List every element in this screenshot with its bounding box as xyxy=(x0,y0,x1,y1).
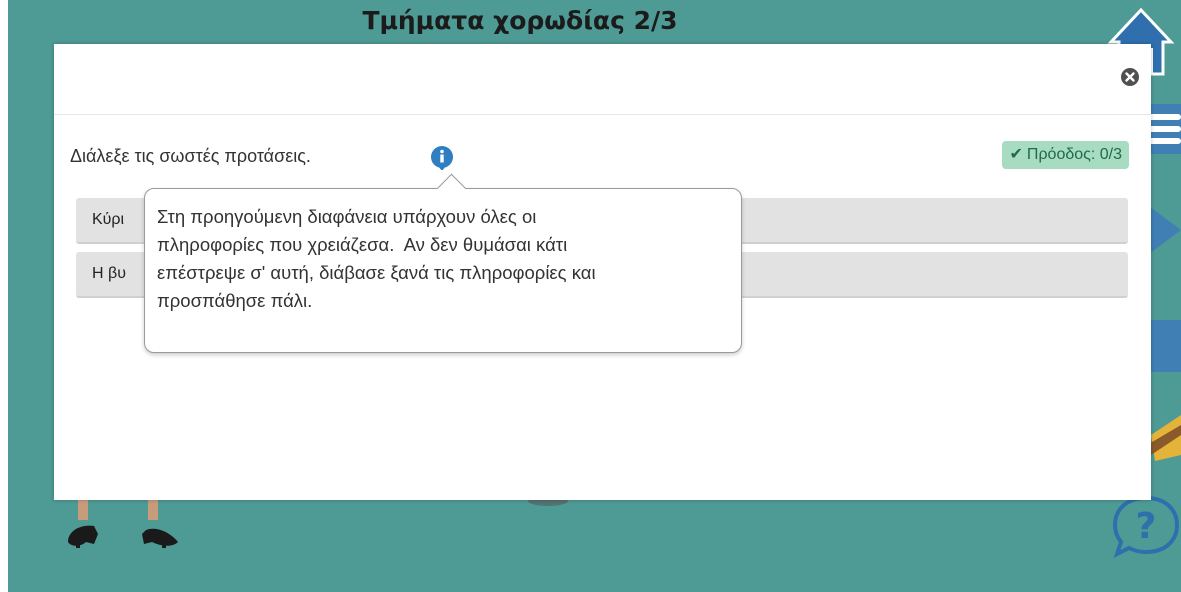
question-dialog: Διάλεξε τις σωστές προτάσεις. ✔ Πρόοδος: … xyxy=(54,44,1151,500)
svg-text:?: ? xyxy=(1136,506,1157,547)
close-icon[interactable] xyxy=(1121,68,1139,86)
help-icon: ? xyxy=(1112,495,1180,558)
character-feet xyxy=(60,490,190,560)
question-text: Διάλεξε τις σωστές προτάσεις. xyxy=(70,146,311,166)
slide-title: Τμήματα χορωδίας 2/3 xyxy=(362,6,678,35)
tooltip-line: Στη προηγούμενη διαφάνεια υπάρχουν όλες … xyxy=(157,206,537,227)
tooltip-arrow xyxy=(436,173,467,204)
progress-badge: ✔ Πρόοδος: 0/3 xyxy=(1002,141,1129,169)
info-icon[interactable] xyxy=(429,144,455,171)
info-tooltip: Στη προηγούμενη διαφάνεια υπάρχουν όλες … xyxy=(144,173,742,353)
check-icon: ✔ xyxy=(1009,146,1023,163)
tooltip-line: πληροφορίες που χρειάζεσα. Αν δεν θυμάσα… xyxy=(157,234,568,255)
slide-stage: Τμήματα χορωδίας 2/3 ? Διάλεξε τις σωστέ… xyxy=(8,0,1181,592)
progress-label: Πρόοδος: 0/3 xyxy=(1026,146,1122,163)
tooltip-line: προσπάθησε πάλι. xyxy=(157,290,313,311)
tooltip-line: επέστρεψε σ' αυτή, διάβασε ξανά τις πληρ… xyxy=(157,262,596,283)
dialog-header xyxy=(54,44,1151,115)
help-button[interactable]: ? xyxy=(1111,490,1181,560)
